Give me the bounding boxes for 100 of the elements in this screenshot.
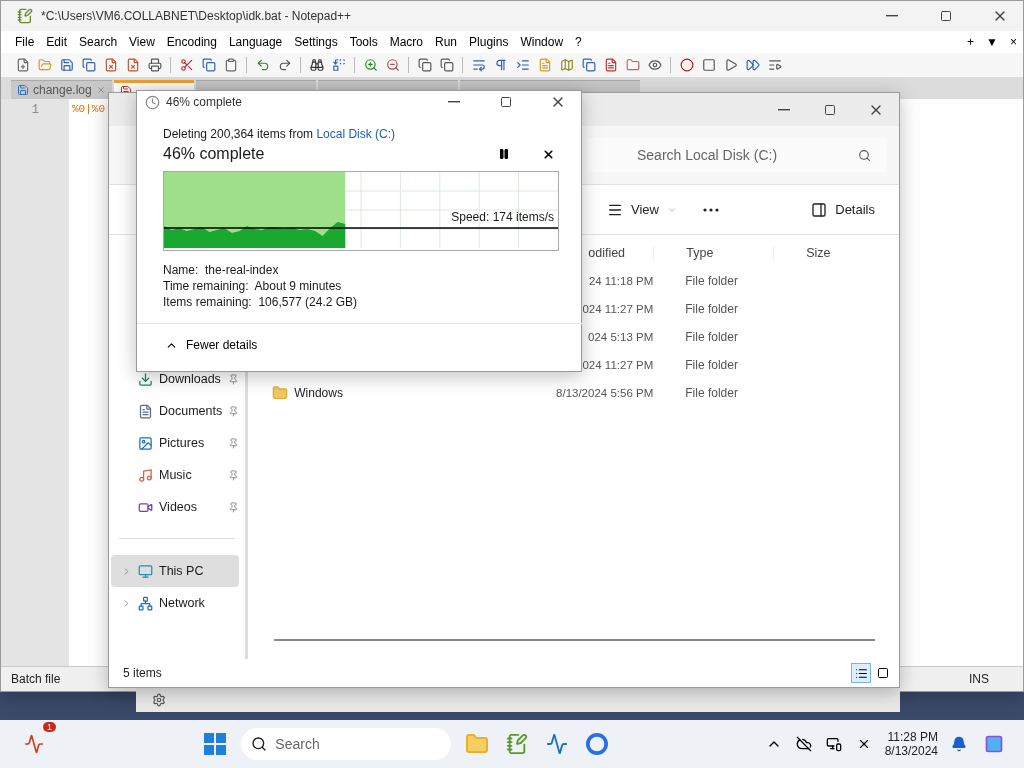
clock-icon [145,94,160,110]
menu-item[interactable]: Window [514,32,570,52]
folder-icon [465,732,490,756]
menu-item[interactable]: Run [429,32,464,52]
window-title: *C:\Users\VM6.COLLABNET\Desktop\idk.bat - Notepad++ [41,9,353,23]
paste-icon [223,58,238,72]
code-text: %0|%0 [72,103,105,117]
search-icon [858,148,871,162]
type-cell: File folder [685,330,738,344]
sync-icon [417,58,432,72]
menu-item[interactable]: Plugins [463,32,515,52]
panel-icon [811,201,828,218]
music-icon [138,467,153,483]
zoom-in-icon [363,58,378,72]
more-icon [702,207,719,212]
menu-item[interactable]: ? [569,32,588,52]
close-all-icon [125,58,140,72]
notepad-icon [17,8,33,24]
detail-text: Items remaining: 106,577 (24.2 GB) [163,295,359,309]
sidebar-item[interactable]: Pictures [111,427,240,459]
column-header[interactable]: Type [686,246,714,260]
type-cell: File folder [685,386,738,400]
details-view-button[interactable] [851,663,871,683]
type-cell: File folder [685,302,738,316]
gear-icon [152,693,166,707]
date-cell: 8/13/2024 5:56 PM [556,387,654,399]
pilcrow-icon [493,58,508,72]
menu-button[interactable]: + [961,32,981,52]
sidebar-item[interactable]: Videos [111,491,240,523]
devices-icon [825,736,842,752]
menu-item[interactable]: Encoding [160,32,223,52]
undo-icon [255,58,270,72]
search-field[interactable]: Search Local Disk (C:) [587,138,887,172]
menu-item[interactable]: Settings [288,32,344,52]
map-icon [559,58,574,72]
file-tab[interactable]: change.log [11,80,112,99]
file-name[interactable]: Windows [294,386,343,400]
menu-item[interactable]: Tools [343,32,384,52]
insert-mode-label: INS [969,672,989,686]
clock-date[interactable]: 8/13/2024 [884,744,938,758]
save-icon [59,58,74,72]
scroll-bar[interactable] [274,639,876,641]
widgets-button[interactable]: 1 [14,724,54,764]
stop-icon [701,58,716,72]
pin-icon [228,405,240,417]
copy-icon [201,58,216,72]
column-header[interactable]: odified [588,246,626,260]
cloud-off-icon [795,736,812,752]
detail-text: Time remaining: About 9 minutes [163,279,343,293]
menu-button[interactable]: × [1004,32,1023,52]
close-icon [542,147,555,161]
pin-icon [228,373,240,385]
menu-item[interactable]: View [123,32,161,52]
wrap-icon [471,58,486,72]
close-icon [95,85,106,95]
details-button[interactable]: Details [805,197,881,222]
view-button[interactable]: View [601,197,683,222]
document-icon [537,58,552,72]
widget-icon [24,734,44,754]
line-number: 1 [31,103,39,117]
pin-icon [228,501,240,513]
column-header[interactable]: Size [806,246,831,260]
file-icon [17,84,29,96]
replace-icon [331,58,346,72]
network-icon [138,595,153,611]
menu-item[interactable]: Edit [40,32,74,52]
sidebar-item[interactable]: Network [111,587,240,619]
taskbar-search[interactable]: Search [241,728,452,760]
notepad-icon [506,733,529,755]
menu-item[interactable]: File [9,32,41,52]
ring-icon [586,733,609,755]
search-icon [251,736,268,752]
menu-item[interactable]: Search [73,32,124,52]
cut-icon [179,58,194,72]
sidebar-item[interactable]: Documents [111,395,240,427]
maximize-icon [940,10,952,22]
detail-text: Name: the-real-index [163,263,280,277]
fewer-details-button[interactable]: Fewer details [137,323,583,352]
pages-icon [581,58,596,72]
sync-icon [439,58,454,72]
menu-item[interactable]: Language [222,32,289,52]
list-icon [854,666,868,680]
download-icon [138,371,153,387]
sidebar-item[interactable]: Music [111,459,240,491]
menu-item[interactable]: Macro [383,32,429,52]
copy-icon [81,58,96,72]
eye-icon [647,58,662,72]
document-icon [138,403,153,419]
type-cell: File folder [685,274,738,288]
zoom-out-icon [385,58,400,72]
clock-time[interactable]: 11:28 PM [887,730,938,744]
sidebar-item[interactable]: This PC [111,555,240,587]
date-cell: 024 5:13 PM [588,331,654,343]
record-icon [679,58,694,72]
location-link[interactable]: Local Disk (C:) [316,127,396,141]
new-file-icon [15,58,30,72]
tile-icon [877,667,889,679]
dialog-title: 46% complete [166,95,244,109]
bell-icon [951,736,967,752]
menu-button[interactable]: ▼ [980,32,1004,52]
